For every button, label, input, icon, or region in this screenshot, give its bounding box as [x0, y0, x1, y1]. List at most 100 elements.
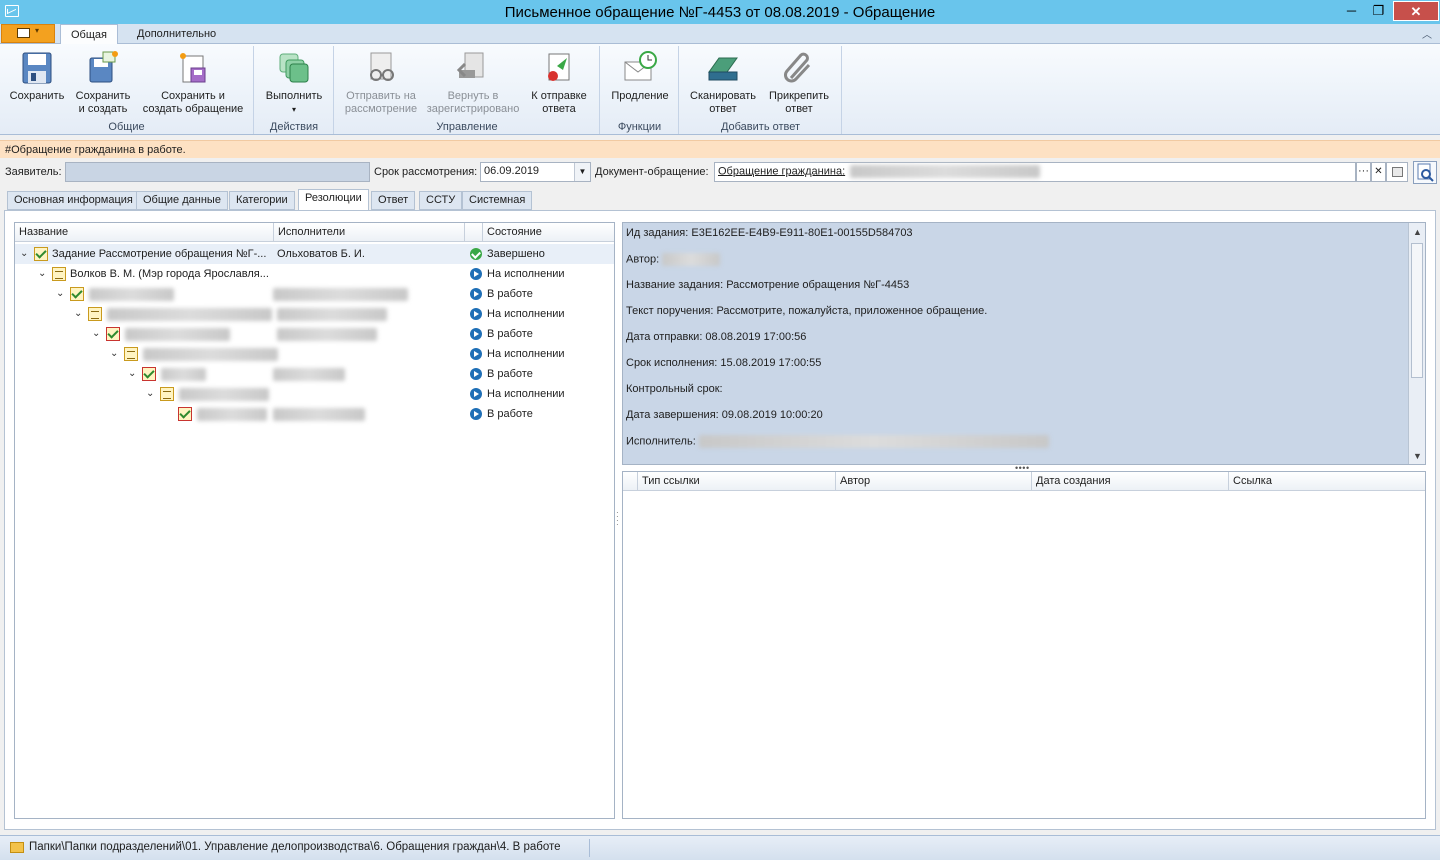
column-header-status-icon[interactable] [465, 223, 483, 242]
to-send-label-1: К отправке [531, 90, 587, 102]
status-info-bar: #Обращение гражданина в работе. [0, 140, 1440, 158]
redacted-value [277, 328, 377, 341]
app-menu-button[interactable]: ▾ [1, 24, 55, 43]
browse-button[interactable]: ··· [1356, 162, 1371, 182]
extend-button[interactable]: Продление [607, 48, 673, 103]
task-icon [106, 327, 120, 341]
scan-label-1: Сканировать [690, 90, 756, 102]
search-document-button[interactable] [1413, 161, 1437, 184]
task-icon [34, 247, 48, 261]
document-field[interactable]: Обращение гражданина: [714, 162, 1356, 182]
column-header-executors[interactable]: Исполнители [274, 223, 465, 242]
tree-row[interactable]: ⌄ В работе [15, 364, 614, 384]
tab-categories[interactable]: Категории [229, 191, 295, 210]
ribbon-group-add-answer: Сканировать ответ Прикрепить ответ Добав… [680, 46, 842, 134]
send-to-review-button[interactable]: Отправить на рассмотрение [339, 48, 423, 116]
return-to-registered-button[interactable]: Вернуть в зарегистрировано [425, 48, 521, 116]
save-button[interactable]: Сохранить [6, 48, 68, 103]
redacted-value [850, 165, 1041, 178]
tree-row[interactable]: ⌄ Волков В. М. (Мэр города Ярославля... … [15, 264, 614, 284]
in-progress-icon [470, 388, 482, 400]
ribbon-tab-additional[interactable]: Дополнительно [127, 24, 226, 44]
chevron-down-icon[interactable]: ⌄ [74, 308, 82, 319]
column-header-indicator[interactable] [623, 472, 638, 491]
ribbon-group-management: Отправить на рассмотрение Вернуть в заре… [335, 46, 600, 134]
column-header-author[interactable]: Автор [836, 472, 1032, 491]
tree-row[interactable]: ⌄ На исполнении [15, 384, 614, 404]
minimize-button[interactable]: ─ [1338, 1, 1365, 21]
tree-row[interactable]: ⌄ В работе [15, 284, 614, 304]
close-button[interactable]: ✕ [1393, 1, 1439, 21]
details-scrollbar[interactable]: ▲ ▼ [1408, 223, 1425, 464]
tree-row[interactable]: ⌄ Задание Рассмотрение обращения №Г-... … [15, 244, 614, 264]
chevron-down-icon[interactable]: ⌄ [56, 288, 64, 299]
row-status: Завершено [487, 248, 545, 260]
task-id: Ид задания: E3E162EE-E4B9-E911-80E1-0015… [626, 227, 913, 239]
scroll-up-icon[interactable]: ▲ [1413, 227, 1422, 237]
attach-label-2: ответ [785, 103, 813, 115]
scroll-down-icon[interactable]: ▼ [1413, 451, 1422, 461]
tab-main-info[interactable]: Основная информация [7, 191, 140, 210]
applicant-field[interactable] [65, 162, 370, 182]
save-and-create-request-button[interactable]: Сохранить и создать обращение [138, 48, 248, 116]
execute-button[interactable]: Выполнить ▾ [261, 48, 327, 116]
column-header-link-type[interactable]: Тип ссылки [638, 472, 836, 491]
redacted-value [662, 253, 721, 266]
to-send-answer-button[interactable]: К отправке ответа [525, 48, 593, 116]
collapse-ribbon-icon[interactable]: ︿ [1422, 26, 1432, 41]
redacted-value [273, 408, 365, 421]
row-status: На исполнении [487, 388, 565, 400]
column-header-name[interactable]: Название [15, 223, 274, 242]
column-header-created-date[interactable]: Дата создания [1032, 472, 1229, 491]
ribbon-tab-general[interactable]: Общая [60, 24, 118, 45]
tab-resolutions[interactable]: Резолюции [298, 189, 369, 211]
deadline-date-picker[interactable]: 06.09.2019 ▼ [480, 162, 591, 182]
maximize-button[interactable]: ❐ [1365, 1, 1392, 21]
tab-general-data[interactable]: Общие данные [136, 191, 228, 210]
vertical-splitter[interactable]: · · · · [616, 509, 619, 531]
chevron-down-icon[interactable]: ⌄ [38, 268, 46, 279]
save-new-icon [85, 50, 121, 86]
column-header-status[interactable]: Состояние [483, 223, 614, 242]
tree-row[interactable]: ⌄ На исполнении [15, 304, 614, 324]
author-label: Автор: [626, 253, 660, 266]
chevron-down-icon[interactable]: ⌄ [128, 368, 136, 379]
deadline-label: Срок рассмотрения: [374, 166, 478, 178]
chevron-down-icon: ▾ [291, 105, 296, 114]
clear-icon[interactable]: ✕ [1371, 162, 1386, 182]
send-answer-icon [541, 50, 577, 86]
tree-row[interactable]: ⌄ На исполнении [15, 344, 614, 364]
deadline-value: 06.09.2019 [484, 165, 540, 177]
chevron-down-icon[interactable]: ⌄ [110, 348, 118, 359]
scroll-thumb[interactable] [1411, 243, 1423, 378]
tree-row[interactable]: В работе [15, 404, 614, 424]
resolution-tree[interactable]: Название Исполнители Состояние ⌄ Задание… [14, 222, 615, 819]
redacted-value [143, 348, 278, 361]
order-text: Текст поручения: Рассмотрите, пожалуйста… [626, 305, 988, 317]
document-link[interactable]: Обращение гражданина: [718, 165, 845, 177]
in-progress-icon [470, 368, 482, 380]
row-status: На исполнении [487, 308, 565, 320]
scan-answer-button[interactable]: Сканировать ответ [686, 48, 760, 116]
tab-sstu[interactable]: ССТУ [419, 191, 463, 210]
links-table[interactable]: Тип ссылки Автор Дата создания Ссылка [622, 471, 1426, 819]
status-bar: Папки\Папки подразделений\01. Управление… [0, 835, 1440, 860]
redacted-value [197, 408, 267, 421]
chevron-down-icon[interactable]: ⌄ [20, 248, 28, 259]
tree-row[interactable]: ⌄ В работе [15, 324, 614, 344]
group-caption-add-answer: Добавить ответ [720, 121, 801, 133]
open-card-button[interactable] [1386, 162, 1408, 182]
tab-system[interactable]: Системная [462, 191, 533, 210]
folder-path[interactable]: Папки\Папки подразделений\01. Управление… [29, 841, 561, 853]
row-status: На исполнении [487, 268, 565, 280]
chevron-down-icon[interactable]: ⌄ [146, 388, 154, 399]
chevron-down-icon[interactable]: ⌄ [92, 328, 100, 339]
group-caption-common: Общие [108, 121, 145, 133]
chevron-down-icon[interactable]: ▼ [574, 163, 590, 181]
floppy-disk-icon [19, 50, 55, 86]
save-and-create-button[interactable]: Сохранить и создать [72, 48, 134, 116]
attach-answer-button[interactable]: Прикрепить ответ [764, 48, 834, 116]
row-name: Волков В. М. (Мэр города Ярославля... [70, 268, 269, 280]
tab-answer[interactable]: Ответ [371, 191, 416, 210]
column-header-link[interactable]: Ссылка [1229, 472, 1425, 491]
